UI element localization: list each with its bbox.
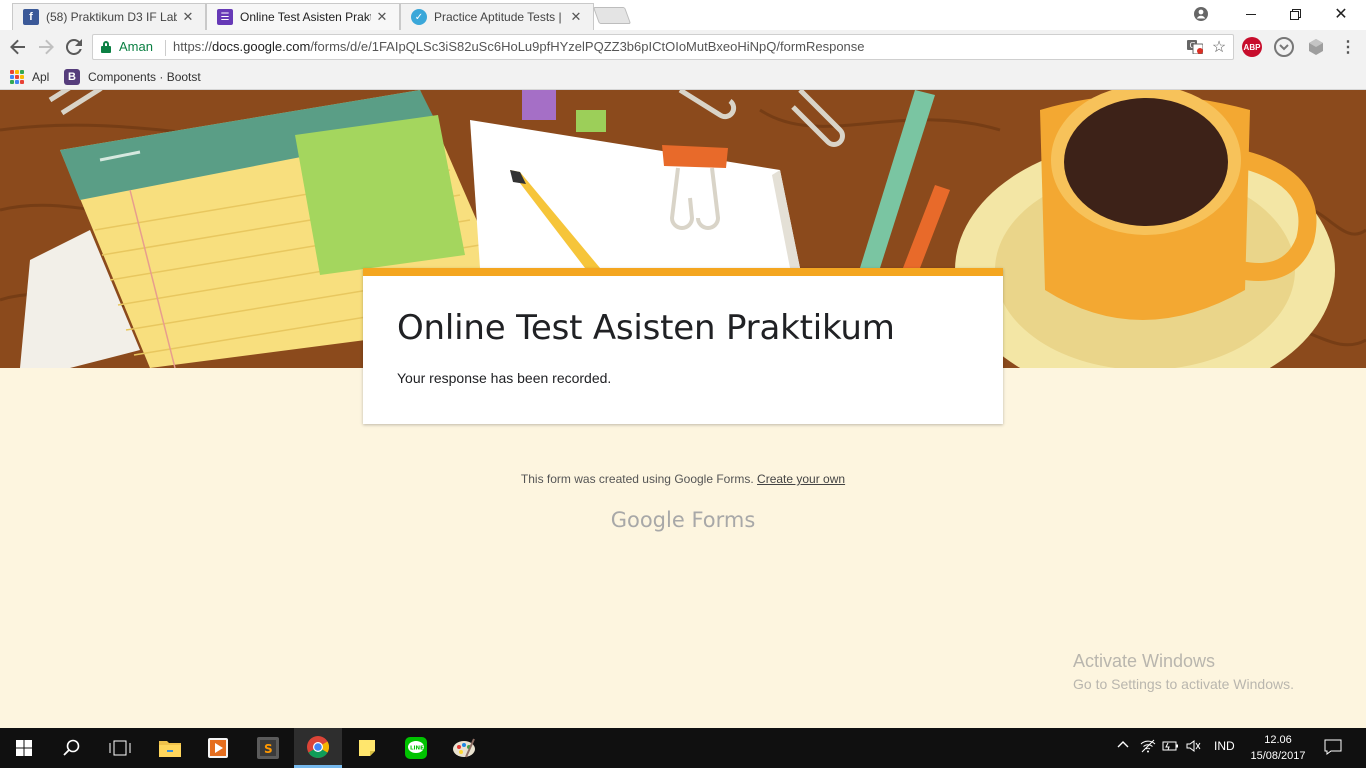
volume-icon[interactable] [1186, 739, 1202, 756]
clock[interactable]: 12.06 15/08/2017 [1248, 732, 1308, 764]
action-center-button[interactable] [1324, 739, 1342, 758]
minimize-button[interactable] [1228, 0, 1274, 28]
media-player-button[interactable] [194, 728, 242, 768]
footer-note: This form was created using Google Forms… [0, 472, 1366, 486]
forward-button[interactable] [35, 36, 57, 58]
bookmark-apps[interactable]: Apl [10, 68, 49, 86]
language-indicator[interactable]: IND [1214, 739, 1235, 753]
tab-title: (58) Praktikum D3 IF Lab [46, 10, 177, 24]
back-button[interactable] [7, 36, 29, 58]
line-icon: LINE [405, 737, 427, 759]
secure-label[interactable]: Aman [119, 39, 153, 54]
watermark-title: Activate Windows [1073, 651, 1216, 671]
divider [165, 40, 166, 56]
paint-button[interactable] [440, 728, 488, 768]
windows-icon [16, 740, 32, 756]
form-title: Online Test Asisten Praktikum [397, 308, 895, 348]
extension-icon[interactable] [1306, 37, 1326, 57]
create-your-own-link[interactable]: Create your own [757, 472, 845, 486]
address-bar[interactable]: Aman https://docs.google.com/forms/d/e/1… [92, 34, 1234, 60]
activate-windows-watermark: Activate Windows Go to Settings to activ… [1073, 651, 1294, 692]
media-player-icon [208, 738, 228, 758]
lock-icon[interactable] [101, 41, 111, 53]
search-icon [63, 739, 80, 756]
bookmarks-bar: Apl B Components · Bootst [0, 64, 1366, 90]
reload-button[interactable] [63, 36, 85, 58]
bookmark-label: Components · Bootst [88, 70, 201, 84]
profile-icon[interactable] [1178, 0, 1224, 28]
tab-strip: f (58) Praktikum D3 IF Lab ✕ ☰ Online Te… [0, 0, 1366, 30]
tab-online-test[interactable]: ☰ Online Test Asisten Praktikum ✕ [206, 3, 400, 30]
bootstrap-icon: B [64, 69, 80, 85]
bookmark-bootstrap[interactable]: B Components · Bootst [64, 68, 201, 86]
chrome-icon [307, 735, 329, 758]
facebook-icon: f [23, 9, 39, 25]
url-path: /forms/d/e/1FAIpQLSc3iS82uSc6HoLu9pfHYze… [310, 39, 865, 54]
taskbar: S LINE IND 12.06 15/08/2017 [0, 728, 1366, 768]
line-app-button[interactable]: LINE [392, 728, 440, 768]
tab-title: Practice Aptitude Tests | Fr [434, 10, 565, 24]
adblock-label: ABP [1243, 42, 1261, 52]
bookmark-label: Apl [32, 70, 50, 84]
svg-text:S: S [264, 742, 273, 756]
sticky-notes-icon [359, 740, 375, 756]
pocket-icon[interactable] [1274, 37, 1294, 57]
restore-button[interactable] [1272, 0, 1318, 28]
watermark-subtitle: Go to Settings to activate Windows. [1073, 676, 1294, 692]
sublime-text-button[interactable]: S [244, 728, 292, 768]
confirmation-message: Your response has been recorded. [397, 370, 612, 386]
folder-icon [159, 741, 181, 757]
task-view-icon [109, 740, 131, 756]
menu-icon[interactable]: ⋮ [1338, 37, 1358, 57]
new-tab-button[interactable] [592, 7, 632, 24]
notification-icon [1324, 739, 1342, 755]
sticky-notes-button[interactable] [343, 728, 391, 768]
close-icon[interactable]: ✕ [181, 9, 195, 25]
svg-text:LINE: LINE [410, 746, 424, 752]
clock-time: 12.06 [1264, 734, 1292, 746]
search-button[interactable] [48, 728, 96, 768]
tab-title: Online Test Asisten Praktikum [240, 10, 371, 24]
browser-toolbar: Aman https://docs.google.com/forms/d/e/1… [0, 30, 1366, 64]
bookmark-star-icon[interactable]: ☆ [1210, 38, 1228, 56]
close-window-button[interactable]: ✕ [1318, 0, 1364, 28]
paint-palette-icon [453, 738, 475, 758]
apps-grid-icon [10, 70, 24, 84]
show-hidden-icons-button[interactable] [1116, 738, 1130, 755]
clock-date: 15/08/2017 [1250, 750, 1306, 762]
url-text[interactable]: https://docs.google.com/forms/d/e/1FAIpQ… [173, 39, 865, 54]
url-scheme: https:// [173, 39, 213, 54]
start-button[interactable] [0, 728, 48, 768]
close-icon[interactable]: ✕ [375, 9, 389, 25]
google-forms-logo[interactable]: Google Forms [0, 508, 1366, 532]
chrome-button[interactable] [294, 728, 342, 768]
checkmark-icon: ✓ [411, 9, 427, 25]
close-icon[interactable]: ✕ [569, 9, 583, 25]
wifi-icon[interactable] [1140, 739, 1156, 756]
task-view-button[interactable] [96, 728, 144, 768]
battery-icon[interactable] [1162, 739, 1180, 756]
file-explorer-button[interactable] [146, 728, 194, 768]
tab-facebook[interactable]: f (58) Praktikum D3 IF Lab ✕ [12, 3, 206, 30]
page-content: Online Test Asisten Praktikum Your respo… [0, 90, 1366, 728]
tab-practice-aptitude[interactable]: ✓ Practice Aptitude Tests | Fr ✕ [400, 3, 594, 30]
adblock-plus-icon[interactable]: ABP [1242, 37, 1262, 57]
url-host: docs.google.com [212, 39, 311, 54]
logo-google: Google [610, 508, 685, 532]
sublime-text-icon: S [257, 737, 279, 759]
translate-icon[interactable]: G [1186, 38, 1204, 56]
logo-forms: Forms [691, 508, 756, 532]
footer-text: This form was created using Google Forms… [520, 472, 754, 486]
google-forms-icon: ☰ [217, 9, 233, 25]
form-card: Online Test Asisten Praktikum Your respo… [363, 268, 1003, 424]
